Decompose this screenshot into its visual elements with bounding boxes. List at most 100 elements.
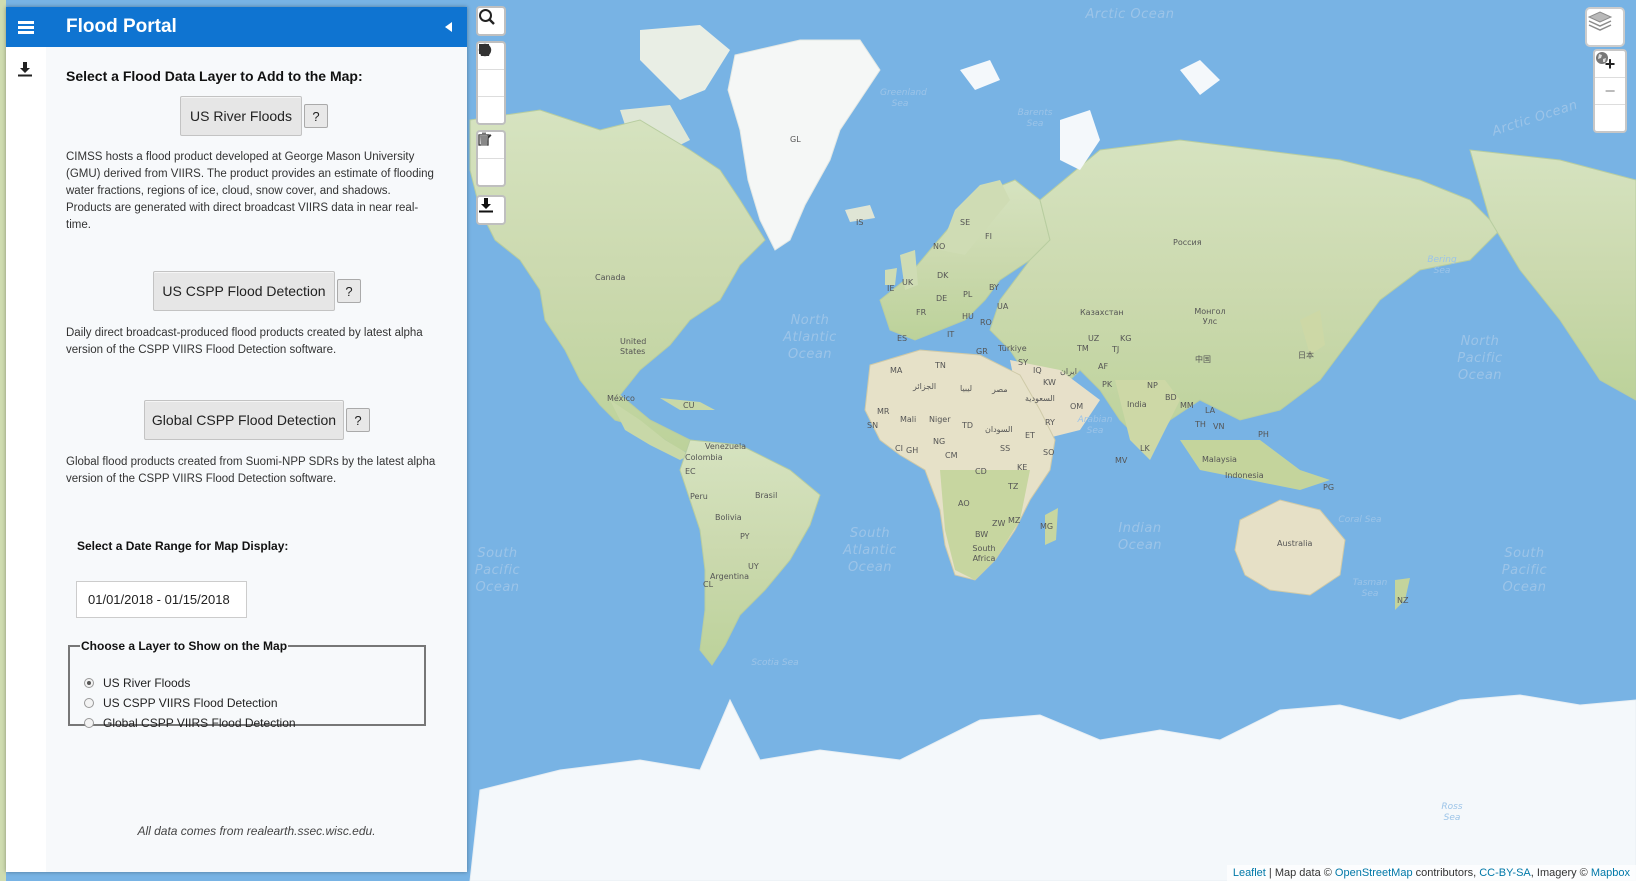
country-label: NG [933,437,946,446]
ocean-label-indian: Indian Ocean [1117,521,1163,553]
edit-toolbar[interactable] [476,130,506,187]
help-us-river-floods-button[interactable]: ? [304,104,328,128]
country-label: NO [933,242,946,251]
osm-link[interactable]: OpenStreetMap [1335,867,1413,879]
zoom-out-button[interactable]: − [1595,78,1625,105]
country-label: EC [685,467,696,476]
radio-button[interactable] [84,678,94,688]
country-label: GR [976,347,988,356]
download-control[interactable] [476,195,506,225]
download-tab[interactable] [17,61,35,79]
country-label: Peru [690,492,708,501]
sea-label-ross: Ross Sea [1441,802,1463,823]
draw-circle-button[interactable] [478,43,504,123]
map-download-button[interactable] [478,197,504,223]
country-label: FI [985,232,992,241]
delete-layers-button[interactable] [478,132,504,185]
country-label: SO [1043,448,1055,457]
leaflet-link[interactable]: Leaflet [1233,867,1266,879]
draw-rectangle-button[interactable] [478,44,504,97]
sea-label-coral: Coral Sea [1338,515,1382,525]
radio-us-cspp-viirs[interactable]: US CSPP VIIRS Flood Detection [84,696,278,710]
trash-icon [479,132,489,146]
country-label: CI [895,444,903,453]
country-label: مصر [992,385,1008,394]
country-label: MA [890,366,903,375]
draw-toolbar[interactable] [476,41,506,125]
country-label: ES [897,334,908,343]
country-label: TH [1195,420,1206,429]
sidebar-header: Flood Portal [6,7,467,47]
radio-global-cspp-viirs[interactable]: Global CSPP VIIRS Flood Detection [84,716,296,730]
search-control[interactable] [476,6,506,36]
country-label: BY [989,283,999,292]
country-label: Mali [900,415,917,424]
country-label: OM [1070,402,1084,411]
country-label: الجزائر [913,382,937,391]
country-label: India [1127,400,1147,409]
ocean-label-south-pacific-right: South Pacific Ocean [1501,546,1548,595]
attribution-text: | Map data © [1265,867,1335,879]
radio-label: US River Floods [103,676,191,690]
sidebar-content: Select a Flood Data Layer to Add to the … [46,47,467,872]
country-label: MM [1180,401,1194,410]
layers-control-button[interactable] [1585,7,1625,47]
radio-button[interactable] [84,698,94,708]
menu-button[interactable] [6,7,46,47]
country-label: SE [960,218,971,227]
country-label: HU [962,312,974,321]
country-label: México [607,394,635,403]
country-label: TN [935,361,946,370]
ocean-label-north-atlantic: North Atlantic Ocean [783,313,837,362]
country-label: DK [937,271,949,280]
layers-icon [1587,11,1613,31]
country-label: PG [1323,483,1335,492]
attribution-text: contributors, [1412,867,1480,879]
license-link[interactable]: CC-BY-SA [1479,867,1531,879]
country-label: 中国 [1195,355,1211,364]
sea-label-tasman: Tasman Sea [1352,578,1388,599]
country-label: IE [887,284,895,293]
layer-description: Daily direct broadcast-produced flood pr… [66,327,423,356]
country-label: Colombia [685,453,723,462]
zoom-control[interactable]: + − [1593,49,1627,133]
layer-description: CIMSS hosts a flood product developed at… [66,151,434,231]
country-label: Türkiye [998,344,1027,353]
country-label: Australia [1277,539,1313,548]
add-global-cspp-flood-button[interactable]: Global CSPP Flood Detection [144,400,344,440]
country-label: AO [958,499,970,508]
country-label: PH [1258,430,1269,439]
sea-label-barents: Barents Sea [1017,108,1053,129]
mapbox-link[interactable]: Mapbox [1591,867,1630,879]
country-label: Монгол Улс [1194,307,1226,326]
collapse-sidebar-button[interactable] [441,19,457,35]
country-label: Niger [929,415,951,424]
antarctica-shape [469,694,1636,881]
country-label: ET [1025,431,1035,440]
radio-label: Global CSPP VIIRS Flood Detection [103,716,296,730]
country-label: SN [867,421,879,430]
country-label: السعودية [1025,394,1055,403]
country-label: FR [916,308,927,317]
section-title: Select a Flood Data Layer to Add to the … [66,68,363,84]
date-range-input[interactable] [76,581,247,618]
search-button[interactable] [478,8,504,34]
country-label: United States [620,337,647,356]
help-us-cspp-flood-button[interactable]: ? [337,279,361,303]
country-label: Казахстан [1080,308,1124,317]
radio-us-river-floods[interactable]: US River Floods [84,676,190,690]
add-us-cspp-flood-button[interactable]: US CSPP Flood Detection [153,271,335,311]
help-global-cspp-flood-button[interactable]: ? [346,408,370,432]
country-label: AF [1098,362,1109,371]
add-us-river-floods-button[interactable]: US River Floods [180,96,302,136]
radio-button[interactable] [84,718,94,728]
globe-button[interactable] [1595,52,1625,131]
country-label: LK [1140,444,1150,453]
ocean-label-south-pacific-left: South Pacific Ocean [474,546,521,595]
country-label: NP [1147,381,1158,390]
country-label: TM [1077,344,1089,353]
country-label: KW [1043,378,1056,387]
country-label: PY [740,532,750,541]
show-layer-legend: Choose a Layer to Show on the Map [81,639,288,653]
country-label: UK [902,278,914,287]
